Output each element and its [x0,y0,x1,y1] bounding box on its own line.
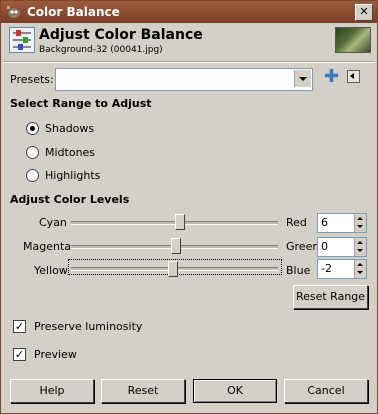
yellow-label: Yellow [34,264,68,277]
color-balance-dialog: Color Balance ✕ Adjust Color Balance Bac… [0,0,378,414]
shadows-label[interactable]: Shadows [45,122,94,135]
midtones-radio[interactable] [26,146,39,159]
magenta-green-spinbox[interactable]: 0 [317,237,367,257]
levels-heading: Adjust Color Levels [10,193,130,206]
yellow-blue-spinbox[interactable]: -2 [317,259,367,279]
highlights-label[interactable]: Highlights [45,169,100,182]
image-thumbnail [335,27,371,53]
dialog-title: Adjust Color Balance [39,27,203,43]
preview-label[interactable]: Preview [34,348,77,361]
chevron-down-icon[interactable] [294,70,311,87]
preset-menu-icon[interactable] [347,70,360,83]
reset-button[interactable]: Reset [101,379,185,403]
reset-range-button[interactable]: Reset Range [293,285,368,309]
presets-dropdown[interactable] [55,68,313,91]
help-button[interactable]: Help [10,379,94,403]
blue-label: Blue [286,264,311,277]
color-balance-icon [9,27,35,53]
preserve-luminosity-label[interactable]: Preserve luminosity [34,320,142,333]
cyan-label: Cyan [39,216,67,229]
spin-arrows-icon[interactable] [354,214,366,232]
cyan-red-slider-handle[interactable] [175,214,185,230]
magenta-label: Magenta [23,240,72,253]
red-label: Red [286,216,307,229]
gimp-icon [7,6,20,18]
magenta-green-slider-handle[interactable] [171,238,181,254]
preserve-luminosity-checkbox[interactable]: ✓ [13,320,26,333]
magenta-green-value[interactable]: 0 [321,240,328,253]
cyan-red-value[interactable]: 6 [321,216,328,229]
cyan-red-spinbox[interactable]: 6 [317,213,367,233]
spin-arrows-icon[interactable] [354,238,366,256]
green-label: Green [286,240,320,253]
preview-checkbox[interactable]: ✓ [13,348,26,361]
dialog-header: Adjust Color Balance Background-32 (0004… [9,27,371,59]
highlights-radio[interactable] [26,169,39,182]
cancel-button[interactable]: Cancel [284,379,368,403]
midtones-label[interactable]: Midtones [45,146,95,159]
yellow-blue-value[interactable]: -2 [321,262,332,275]
image-name: Background-32 (00041.jpg) [39,45,163,55]
shadows-radio[interactable] [26,122,39,135]
presets-label: Presets: [10,73,54,86]
header-divider [3,61,375,63]
ok-button[interactable]: OK [193,379,277,403]
range-heading: Select Range to Adjust [10,97,152,110]
add-preset-icon[interactable]: ✚ [324,68,339,86]
close-button[interactable]: ✕ [355,4,373,21]
spin-arrows-icon[interactable] [354,260,366,278]
yellow-blue-slider-handle[interactable] [168,261,178,277]
title-bar[interactable]: Color Balance ✕ [1,1,377,23]
window-title: Color Balance [27,5,120,19]
